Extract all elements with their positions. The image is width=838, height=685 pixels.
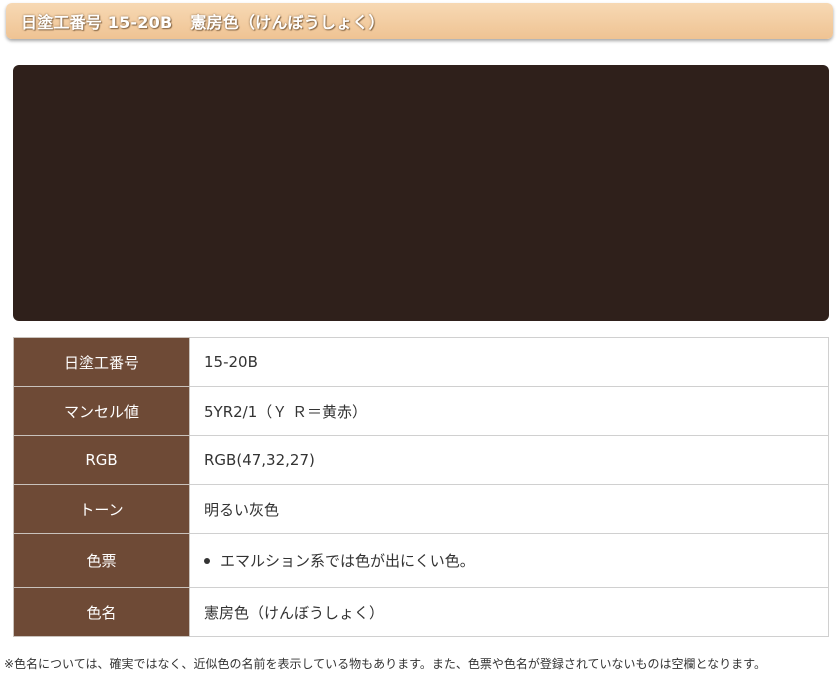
table-row: マンセル値 5YR2/1（Ｙ Ｒ＝黄赤） xyxy=(13,386,829,436)
table-row: 日塗工番号 15-20B xyxy=(13,337,829,387)
bullet-icon xyxy=(204,557,210,564)
row-label: RGB xyxy=(13,435,190,485)
row-value: エマルション系では色が出にくい色。 xyxy=(189,533,829,588)
title-bar: 日塗工番号 15-20B 憲房色（けんぼうしょく） xyxy=(6,3,833,39)
footnote: ※色名については、確実ではなく、近似色の名前を表示している物もあります。また、色… xyxy=(4,657,766,671)
row-label: マンセル値 xyxy=(13,386,190,436)
bullet-text: エマルション系では色が出にくい色。 xyxy=(220,552,475,570)
row-value: 憲房色（けんぼうしょく） xyxy=(189,587,829,637)
row-value: 5YR2/1（Ｙ Ｒ＝黄赤） xyxy=(189,386,829,436)
color-info-table: 日塗工番号 15-20B マンセル値 5YR2/1（Ｙ Ｒ＝黄赤） RGB RG… xyxy=(13,337,829,637)
row-label: 色名 xyxy=(13,587,190,637)
title-color-name: 憲房色（けんぼうしょく） xyxy=(190,13,385,32)
table-row: RGB RGB(47,32,27) xyxy=(13,435,829,485)
row-label: 色票 xyxy=(13,533,190,588)
title-color-code: 日塗工番号 15-20B xyxy=(21,13,173,32)
row-value: 明るい灰色 xyxy=(189,484,829,534)
bullet-list-item: エマルション系では色が出にくい色。 xyxy=(204,550,828,571)
row-label: トーン xyxy=(13,484,190,534)
color-detail-page: 日塗工番号 15-20B 憲房色（けんぼうしょく） 日塗工番号 15-20B マン… xyxy=(0,0,838,685)
row-value: RGB(47,32,27) xyxy=(189,435,829,485)
page-title: 日塗工番号 15-20B 憲房色（けんぼうしょく） xyxy=(21,9,385,33)
row-value: 15-20B xyxy=(189,337,829,387)
table-row: 色名 憲房色（けんぼうしょく） xyxy=(13,587,829,637)
row-label: 日塗工番号 xyxy=(13,337,190,387)
color-swatch xyxy=(13,65,829,321)
table-row: 色票 エマルション系では色が出にくい色。 xyxy=(13,533,829,588)
table-row: トーン 明るい灰色 xyxy=(13,484,829,534)
